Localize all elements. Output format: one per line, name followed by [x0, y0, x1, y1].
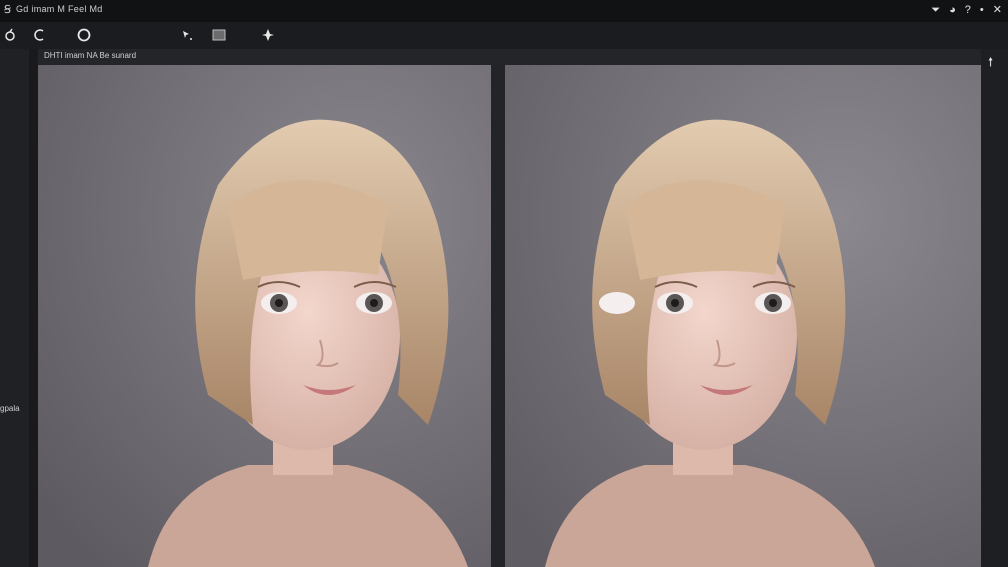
help-icon[interactable]: ? [965, 2, 971, 18]
spark-icon[interactable] [258, 25, 278, 45]
panel-gutter [29, 49, 38, 567]
toolbar [0, 22, 1008, 49]
window-title: Gd imam M Feel Md [16, 4, 103, 14]
tray-icons: ⏷ ◕ ? • ✕ [931, 2, 1002, 18]
portrait-image-left [38, 65, 491, 567]
undo-icon[interactable] [30, 25, 50, 45]
app-icon[interactable]: Ꞩ [4, 3, 11, 16]
left-panel-label: gpala [0, 404, 20, 413]
move-arrow-icon[interactable] [177, 25, 197, 45]
portrait-image-right [505, 65, 981, 567]
close-icon[interactable]: ✕ [993, 2, 1002, 18]
canvas-divider[interactable] [491, 65, 505, 567]
scroll-up-icon[interactable]: 🠕 [988, 53, 993, 74]
document-header: DHTI imam NA Be sunard [38, 49, 981, 65]
circle-select-icon[interactable] [74, 25, 94, 45]
dot-menu-icon[interactable]: • [980, 2, 984, 18]
lasso-tool-icon[interactable] [0, 25, 20, 45]
right-panel: 🠕 [981, 49, 1008, 567]
filter-icon[interactable]: ⏷ [931, 2, 940, 18]
left-panel: gpala [0, 49, 30, 567]
title-bar: Ꞩ Gd imam M Feel Md ⏷ ◕ ? • ✕ [0, 0, 1008, 23]
rectangle-icon[interactable] [209, 25, 229, 45]
canvas-left[interactable] [38, 65, 491, 567]
canvas-right[interactable] [505, 65, 981, 567]
document-title: DHTI imam NA Be sunard [44, 51, 137, 60]
user-icon[interactable]: ◕ [949, 2, 956, 18]
